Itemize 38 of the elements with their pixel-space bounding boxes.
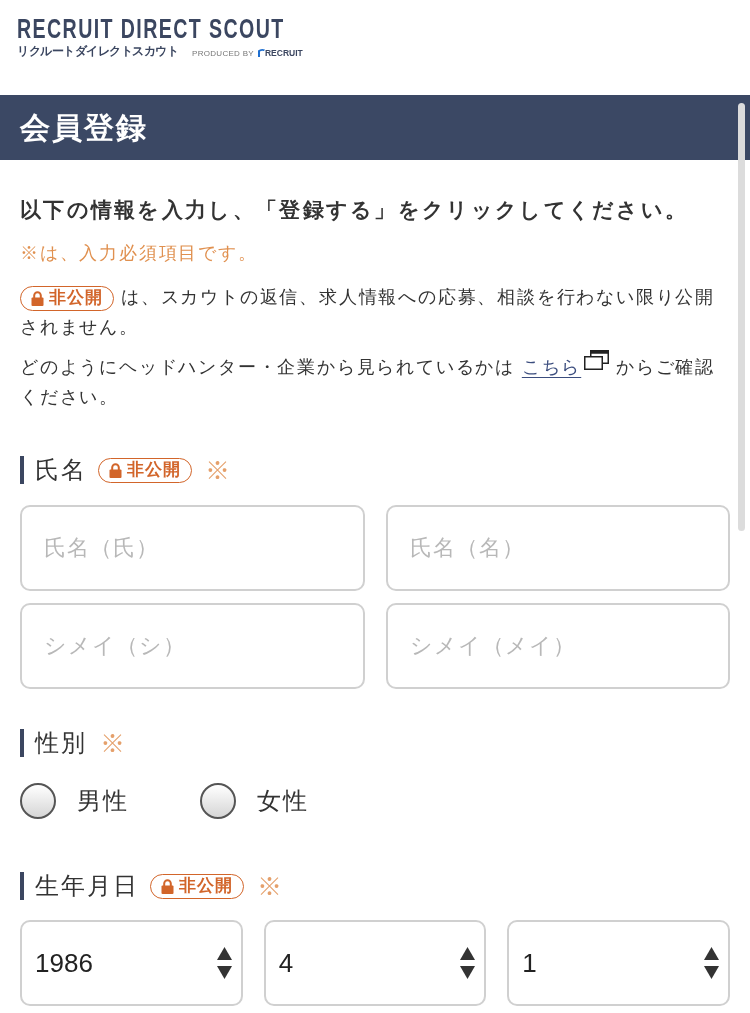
required-mark: ※ [100, 729, 125, 757]
private-label: 非公開 [127, 460, 181, 480]
date-dropdown[interactable]: 4 [263, 920, 487, 1006]
section-heading: 氏名 [20, 456, 87, 484]
lock-icon [161, 878, 174, 894]
up-down-arrows-icon [460, 947, 476, 979]
up-down-arrows-icon [704, 947, 719, 979]
required-note: ※は、入力必須項目です。 [20, 242, 259, 265]
required-mark: ※ [257, 872, 282, 900]
private-label: 非公開 [179, 876, 233, 896]
view-note: どのようにヘッドハンター・企業から見られているかは こちら からご確認ください。 [20, 350, 730, 412]
text-input[interactable]: シメイ（メイ） [385, 603, 730, 689]
date-dropdown[interactable]: 1986 [20, 920, 243, 1006]
page-title: 会員登録 [20, 109, 148, 146]
lock-icon [109, 462, 122, 478]
radio-label[interactable]: 女性 [257, 786, 309, 816]
produced-by-text: PRODUCED BY [192, 49, 254, 58]
logo-title: RECRUIT DIRECT SCOUT [17, 13, 285, 44]
text-input[interactable]: シメイ（シ） [20, 603, 365, 689]
logo-subtitle: リクルートダイレクトスカウト [17, 44, 178, 58]
section-heading: 生年月日 [20, 872, 139, 900]
text-input[interactable]: 氏名（名） [385, 505, 730, 591]
private-label: 非公開 [49, 288, 103, 309]
arc-logo-icon [258, 48, 265, 57]
private-note: 非公開 は、スカウトの返信、求人情報への応募、相談を行わない限り公開されません。 [20, 284, 716, 339]
radio-label[interactable]: 男性 [77, 786, 129, 816]
date-dropdown[interactable]: 1 [507, 920, 730, 1006]
instruction-text: 以下の情報を入力し、「登録する」をクリックしてください。 [20, 197, 690, 223]
radio-button[interactable] [20, 783, 56, 819]
text-input[interactable]: 氏名（氏） [20, 505, 365, 591]
section-heading: 性別 [20, 729, 87, 757]
required-mark: ※ [205, 456, 230, 484]
lock-icon [31, 290, 44, 306]
brand-name: RECRUIT [265, 49, 303, 58]
up-down-arrows-icon [216, 947, 232, 979]
view-link[interactable]: こちら [521, 350, 610, 382]
radio-button[interactable] [200, 783, 236, 819]
new-window-icon [584, 350, 610, 370]
